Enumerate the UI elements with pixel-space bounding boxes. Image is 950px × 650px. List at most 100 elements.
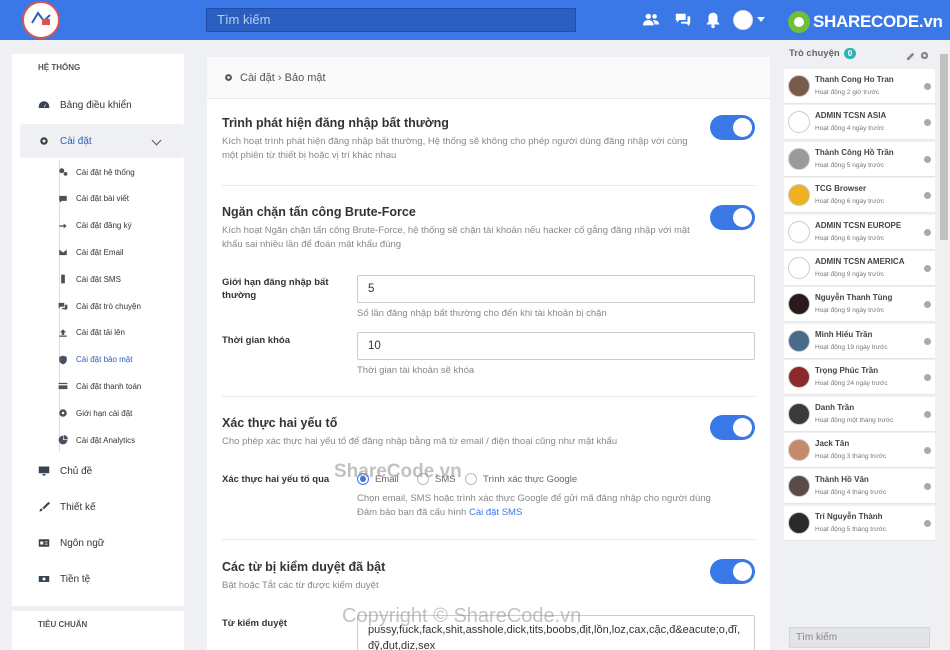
online-status-dot bbox=[924, 447, 931, 454]
shield-icon bbox=[59, 355, 67, 364]
sidebar-subitem-label: Cài đặt hệ thống bbox=[76, 167, 135, 177]
unusual-login-toggle[interactable] bbox=[710, 115, 755, 140]
chat-user-name: Nguyễn Thanh Tùng bbox=[815, 293, 893, 303]
sidebar-subitem-label: Cài đặt bảo mật bbox=[76, 355, 133, 365]
page-scrollbar[interactable] bbox=[938, 40, 950, 650]
bell-icon[interactable] bbox=[704, 11, 722, 29]
chat-user-item[interactable]: ADMIN TCSN EUROPE Hoạt động 6 ngày trước bbox=[784, 214, 935, 250]
brute-force-toggle[interactable] bbox=[710, 205, 755, 230]
brand-code-text: CODE.vn bbox=[871, 12, 943, 31]
chat-user-item[interactable]: Trọng Phúc Trần Hoạt động 24 ngày trước bbox=[784, 360, 935, 396]
chat-user-item[interactable]: ADMIN TCSN ASIA Hoạt động 4 ngày trước bbox=[784, 105, 935, 141]
cogs-icon bbox=[59, 168, 68, 176]
sidebar-item-language[interactable]: Ngôn ngữ bbox=[12, 526, 184, 560]
sidebar-item-dashboard[interactable]: Bảng điều khiển bbox=[12, 88, 184, 122]
unusual-login-section: Trình phát hiện đăng nhập bất thường Kíc… bbox=[222, 116, 755, 163]
chat-user-name: ADMIN TCSN AMERICA bbox=[815, 257, 905, 266]
lock-time-label: Thời gian khóa bbox=[222, 335, 290, 346]
chat-user-item[interactable]: Nguyễn Thanh Tùng Hoạt động 9 ngày trước bbox=[784, 287, 935, 323]
chat-user-item[interactable]: Thành Công Hồ Trần Hoạt động 5 ngày trước bbox=[784, 141, 935, 177]
sidebar-item-theme[interactable]: Chủ đề bbox=[12, 454, 184, 488]
sidebar-subitem[interactable]: Cài đặt Analytics bbox=[58, 427, 184, 453]
chevron-down-icon[interactable] bbox=[151, 135, 162, 146]
sidebar-subitem[interactable]: Cài đặt thanh toán bbox=[58, 373, 184, 399]
chat-user-item[interactable]: Danh Trần Hoạt động một tháng trước bbox=[784, 396, 935, 432]
envelope-icon bbox=[59, 249, 67, 256]
chat-user-item[interactable]: Jack Tân Hoạt động 3 tháng trước bbox=[784, 433, 935, 468]
chat-search-input[interactable]: Tìm kiếm bbox=[789, 627, 930, 648]
censored-words-toggle[interactable] bbox=[710, 559, 755, 584]
chart-pie-icon bbox=[58, 435, 68, 445]
logo-emblem-icon bbox=[26, 5, 56, 35]
sidebar-standard-panel: TIÊU CHUẨN bbox=[12, 611, 184, 650]
sidebar-item-design[interactable]: Thiết kế bbox=[12, 490, 184, 524]
sidebar-section-system: HỆ THỐNG bbox=[38, 63, 81, 72]
radio-dot[interactable] bbox=[465, 473, 477, 485]
sidebar-subitem-label: Giới hạn cài đặt bbox=[76, 408, 133, 418]
scrollbar-thumb[interactable] bbox=[940, 54, 948, 240]
sidebar-subitem[interactable]: Cài đặt trò chuyện bbox=[58, 293, 184, 319]
sidebar-subitem[interactable]: Cài đặt SMS bbox=[58, 266, 184, 292]
sidebar-subitem-label: Cài đặt trò chuyện bbox=[76, 301, 141, 311]
money-bill-icon bbox=[38, 576, 50, 582]
search-input[interactable]: Tìm kiếm bbox=[206, 8, 576, 32]
chat-user-status: Hoạt động 4 tháng trước bbox=[815, 489, 887, 497]
sidebar-subitem[interactable]: Cài đặt bài viết bbox=[58, 186, 184, 212]
chat-header: Trò chuyện 0 bbox=[789, 48, 857, 59]
lock-time-input[interactable]: 10 bbox=[357, 332, 755, 360]
brand-share-text: SHARE bbox=[813, 12, 872, 31]
gear-icon bbox=[40, 137, 48, 145]
caret-down-icon[interactable] bbox=[757, 17, 765, 22]
sidebar-subitem[interactable]: Cài đặt tải lên bbox=[58, 320, 184, 346]
sidebar-subitem[interactable]: Cài đặt đăng ký bbox=[58, 213, 184, 239]
online-status-dot bbox=[924, 119, 931, 127]
radio-google-auth[interactable]: Trình xác thực Google bbox=[465, 473, 577, 485]
breadcrumb-text: Cài đặt › Bảo mật bbox=[240, 71, 326, 84]
avatar bbox=[788, 75, 810, 97]
gear-icon[interactable] bbox=[919, 50, 930, 61]
online-status-dot bbox=[924, 337, 931, 345]
brand-ring-icon bbox=[788, 11, 810, 33]
divider bbox=[222, 539, 755, 540]
chat-user-status: Hoạt động 6 ngày trước bbox=[815, 198, 884, 206]
chat-user-item[interactable]: TCG Browser Hoạt động 6 ngày trước bbox=[784, 178, 935, 214]
gear-icon bbox=[225, 74, 232, 81]
sidebar-subitem[interactable]: Cài đặt hệ thống bbox=[58, 159, 184, 185]
sms-settings-link[interactable]: Cài đặt SMS bbox=[469, 507, 522, 518]
section-title: Trình phát hiện đăng nhập bất thường bbox=[222, 116, 449, 130]
avatar bbox=[788, 293, 810, 316]
chat-user-item[interactable]: Trí Nguyễn Thành Hoạt động 5 tháng trước bbox=[784, 505, 935, 541]
paint-brush-icon bbox=[39, 501, 50, 512]
two-factor-section: Xác thực hai yếu tố Cho phép xác thực ha… bbox=[222, 416, 755, 449]
sidebar-subitem-label: Cài đặt thanh toán bbox=[76, 381, 142, 391]
chat-user-item[interactable]: Thành Hồ Văn Hoạt động 4 tháng trước bbox=[784, 469, 935, 505]
chat-user-name: TCG Browser bbox=[815, 184, 867, 194]
chat-user-status: Hoạt động 5 ngày trước bbox=[815, 161, 884, 169]
chat-user-status: Hoạt động 24 ngày trước bbox=[815, 380, 888, 388]
sidebar-item-currency[interactable]: Tiền tệ bbox=[12, 562, 184, 596]
chat-user-item[interactable]: ADMIN TCSN AMERICA Hoạt động 9 ngày trước bbox=[784, 251, 935, 286]
sidebar-subitem[interactable]: Cài đặt Email bbox=[58, 239, 184, 265]
online-status-dot bbox=[924, 483, 931, 491]
sidebar-item-label: Thiết kế bbox=[60, 501, 96, 513]
user-avatar[interactable] bbox=[733, 10, 753, 30]
two-factor-toggle[interactable] bbox=[710, 415, 755, 440]
login-limit-input[interactable]: 5 bbox=[357, 275, 755, 303]
edit-icon[interactable] bbox=[906, 50, 917, 61]
sidebar-subitem[interactable]: Giới hạn cài đặt bbox=[58, 400, 184, 426]
section-desc: Kích hoạt trình phát hiện đăng nhập bất … bbox=[222, 136, 688, 161]
chat-user-name: Thanh Cong Ho Tran bbox=[815, 75, 894, 84]
sidebar-item-settings[interactable]: Cài đặt bbox=[20, 124, 184, 158]
sidebar-subitem[interactable]: Cài đặt bảo mật bbox=[58, 347, 184, 373]
section-desc: Bật hoặc Tắt các từ được kiểm duyệt bbox=[222, 580, 379, 591]
comments-icon[interactable] bbox=[674, 11, 692, 29]
site-logo[interactable] bbox=[22, 1, 60, 39]
chat-count-badge: 0 bbox=[843, 48, 857, 59]
chat-user-item[interactable]: Thanh Cong Ho Tran Hoạt động 2 giờ trước bbox=[784, 69, 935, 104]
avatar bbox=[788, 220, 810, 243]
comment-icon bbox=[59, 195, 67, 203]
upload-icon bbox=[59, 329, 67, 337]
avatar bbox=[788, 111, 810, 134]
users-icon[interactable] bbox=[642, 11, 660, 29]
chat-user-item[interactable]: Minh Hiếu Trần Hoạt động 19 ngày trước bbox=[784, 323, 935, 359]
